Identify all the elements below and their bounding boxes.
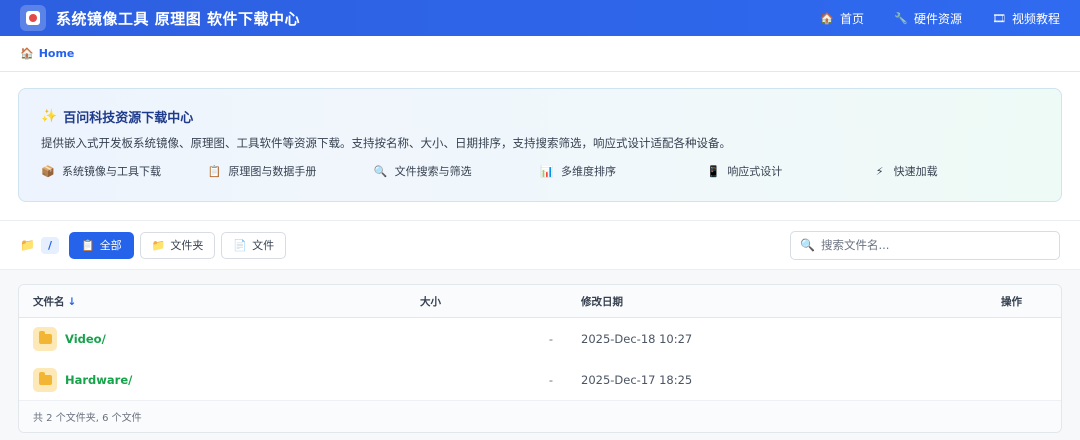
file-icon: 📄 [233, 238, 248, 252]
magnifier-icon: 🔍 [373, 164, 388, 178]
table-footer-summary: 共 2 个文件夹, 6 个文件 [19, 400, 1061, 432]
main-nav: 🏠 首页 🔧 硬件资源 🎞 视频教程 [820, 10, 1060, 27]
filter-files-button[interactable]: 📄 文件 [221, 231, 287, 259]
file-table-section: 文件名 ↓ 大小 修改日期 操作 Video/ - 2025-Dec-18 10:… [0, 270, 1080, 433]
feature-item: 🔍 文件搜索与筛选 [374, 163, 540, 179]
feature-label: 快速加载 [893, 165, 938, 178]
top-header: 系统镜像工具 原理图 软件下载中心 🏠 首页 🔧 硬件资源 🎞 视频教程 [0, 0, 1080, 36]
file-name: Hardware/ [65, 372, 133, 387]
bar-chart-icon: 📊 [540, 164, 554, 178]
breadcrumb-home[interactable]: 🏠 Home [20, 47, 74, 60]
feature-item: 📋 原理图与数据手册 [207, 163, 373, 179]
nav-home[interactable]: 🏠 首页 [820, 10, 864, 27]
path-chip[interactable]: / [40, 236, 59, 254]
wrench-icon: 🔧 [894, 11, 908, 25]
search-icon: 🔍 [800, 238, 815, 252]
clipboard-icon: 📋 [207, 164, 222, 178]
breadcrumb-label: Home [38, 47, 75, 60]
feature-item: 📊 多维度排序 [540, 163, 706, 179]
folder-icon: 📁 [151, 238, 166, 252]
table-row[interactable]: Video/ - 2025-Dec-18 10:27 [19, 318, 1061, 359]
table-row[interactable]: Hardware/ - 2025-Dec-17 18:25 [19, 359, 1061, 400]
nav-videos[interactable]: 🎞 视频教程 [992, 10, 1060, 27]
feature-label: 多维度排序 [560, 165, 616, 178]
search-input[interactable] [820, 238, 1050, 252]
sparkle-icon: ✨ [41, 109, 58, 124]
logo-icon[interactable] [20, 5, 46, 31]
column-date-header[interactable]: 修改日期 [581, 294, 1001, 309]
filter-group: 📋 全部 📁 文件夹 📄 文件 [68, 231, 287, 259]
file-date: 2025-Dec-18 10:27 [581, 331, 693, 346]
column-name-header[interactable]: 文件名 ↓ [19, 294, 406, 309]
column-size-header[interactable]: 大小 [406, 294, 581, 309]
lightning-icon: ⚡ [875, 164, 884, 178]
intro-card: ✨ 百问科技资源下载中心 提供嵌入式开发板系统镜像、原理图、工具软件等资源下载。… [18, 88, 1062, 202]
folder-icon: 📁 [20, 238, 35, 252]
file-name: Video/ [65, 331, 106, 346]
feature-list: 📦 系统镜像与工具下载 📋 原理图与数据手册 🔍 文件搜索与筛选 📊 多维度排序 📱 响应… [41, 163, 1039, 179]
filter-folders-button[interactable]: 📁 文件夹 [139, 231, 216, 259]
column-actions-header: 操作 [1001, 295, 1022, 308]
feature-label: 响应式设计 [727, 165, 783, 178]
house-icon: 🏠 [820, 11, 834, 25]
feature-label: 文件搜索与筛选 [394, 165, 472, 178]
filter-all-label: 全部 [99, 239, 122, 252]
file-table: 文件名 ↓ 大小 修改日期 操作 Video/ - 2025-Dec-18 10:… [18, 284, 1062, 433]
file-size: - [548, 331, 553, 346]
feature-item: ⚡ 快速加载 [873, 163, 1039, 179]
folder-icon [33, 367, 57, 392]
file-toolbar: 📁 / 📋 全部 📁 文件夹 📄 文件 🔍 [0, 221, 1080, 270]
nav-home-label: 首页 [839, 11, 864, 26]
file-date: 2025-Dec-17 18:25 [581, 372, 693, 387]
folder-icon [33, 326, 57, 351]
package-icon: 📦 [41, 164, 55, 178]
clipboard-icon: 📋 [80, 238, 95, 252]
filter-folders-label: 文件夹 [170, 239, 204, 252]
nav-videos-label: 视频教程 [1011, 11, 1060, 26]
search-box: 🔍 [790, 230, 1060, 260]
feature-item: 📦 系统镜像与工具下载 [41, 163, 207, 179]
file-size: - [548, 372, 553, 387]
file-name-link[interactable]: Hardware/ [33, 367, 406, 392]
site-title[interactable]: 系统镜像工具 原理图 软件下载中心 [56, 8, 300, 29]
nav-hardware[interactable]: 🔧 硬件资源 [894, 10, 962, 27]
intro-section: ✨ 百问科技资源下载中心 提供嵌入式开发板系统镜像、原理图、工具软件等资源下载。… [0, 72, 1080, 221]
sort-arrow-icon: ↓ [67, 295, 77, 308]
intro-description: 提供嵌入式开发板系统镜像、原理图、工具软件等资源下载。支持按名称、大小、日期排序… [41, 136, 731, 150]
file-name-link[interactable]: Video/ [33, 326, 406, 351]
current-path: 📁 / [20, 236, 59, 254]
filter-all-button[interactable]: 📋 全部 [68, 231, 134, 259]
house-icon: 🏠 [20, 47, 34, 60]
intro-title: ✨ 百问科技资源下载中心 [41, 107, 1039, 126]
phone-icon: 📱 [706, 164, 721, 178]
column-name-label: 文件名 [33, 295, 65, 308]
feature-item: 📱 响应式设计 [706, 163, 872, 179]
film-icon: 🎞 [992, 11, 1006, 25]
feature-label: 原理图与数据手册 [228, 165, 317, 178]
feature-label: 系统镜像与工具下载 [62, 165, 161, 178]
filter-files-label: 文件 [252, 239, 275, 252]
breadcrumb-bar: 🏠 Home [0, 36, 1080, 72]
table-header: 文件名 ↓ 大小 修改日期 操作 [19, 285, 1061, 318]
intro-title-text: 百问科技资源下载中心 [63, 111, 194, 126]
nav-hardware-label: 硬件资源 [913, 11, 962, 26]
